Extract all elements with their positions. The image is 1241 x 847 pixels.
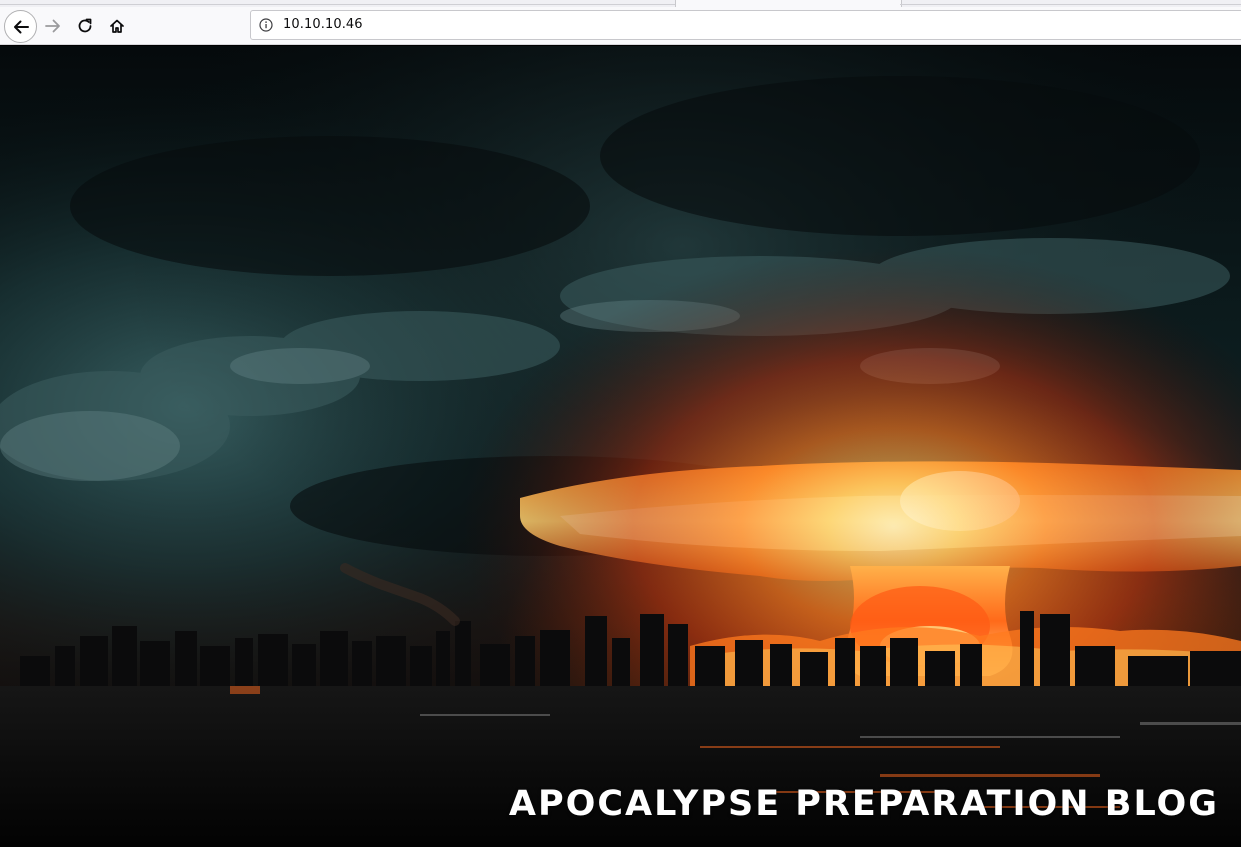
nuclear-explosion-illustration [0, 46, 1241, 847]
forward-arrow-icon [45, 19, 60, 33]
home-button[interactable] [101, 10, 133, 42]
back-arrow-icon [13, 20, 29, 33]
reload-button[interactable] [69, 10, 101, 42]
url-text: 10.10.10.46 [283, 17, 363, 32]
page-title: APOCALYPSE PREPARATION BLOG [508, 784, 1219, 824]
browser-toolbar: 10.10.10.46 [0, 7, 1241, 45]
home-icon [110, 19, 124, 33]
back-button[interactable] [4, 10, 37, 43]
tab-divider [0, 4, 675, 5]
info-icon[interactable] [259, 18, 273, 32]
tab-divider [900, 4, 1241, 5]
hero-image: APOCALYPSE PREPARATION BLOG [0, 46, 1241, 847]
tab-strip [0, 0, 1241, 7]
address-bar[interactable]: 10.10.10.46 [250, 10, 1241, 40]
forward-button[interactable] [37, 10, 69, 42]
reload-icon [78, 18, 92, 33]
tab-active[interactable] [675, 0, 902, 7]
